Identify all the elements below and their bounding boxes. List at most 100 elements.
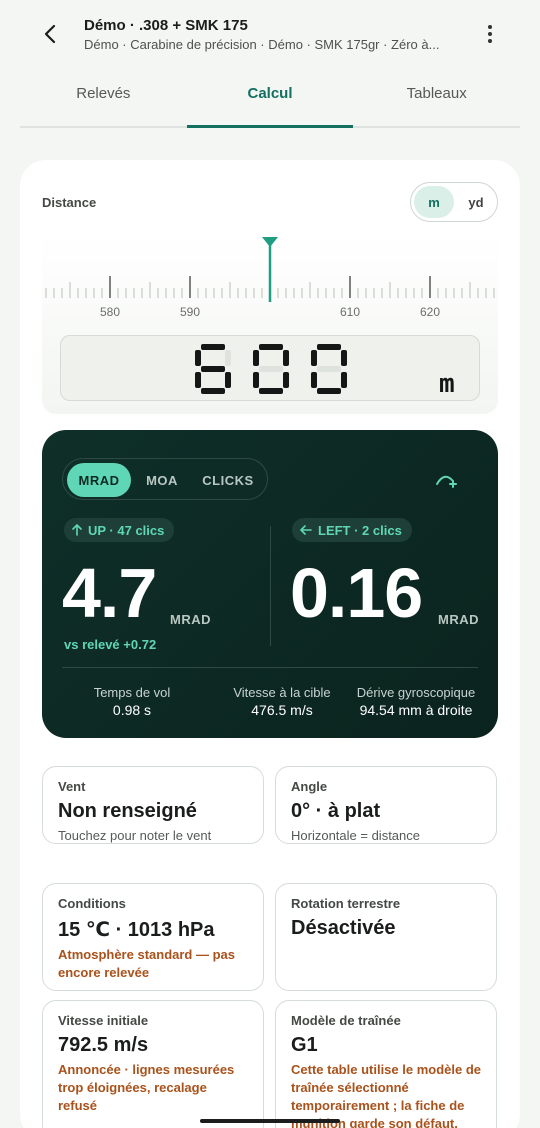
tile-note: Atmosphère standard — pas encore relevée [58,947,235,980]
distance-ruler[interactable]: 580 590 610 620 m [42,232,498,414]
home-indicator [200,1119,340,1123]
tab-tableaux[interactable]: Tableaux [353,70,520,126]
lcd-segment [317,344,341,350]
lcd-segment [259,344,283,350]
tile-label: Vitesse initiale [58,1013,149,1028]
vs-releve-delta: vs relevé +0.72 [64,637,157,652]
windage-chip-label: LEFT · 2 clics [318,522,402,538]
lcd-segment [341,350,347,366]
divider [62,667,478,668]
ruler-label: 610 [340,305,360,319]
mode-moa[interactable]: MOA [135,463,189,497]
tile-note: Touchez pour noter le vent [58,828,212,843]
tile-value: 15 ℃ · 1013 hPa [58,919,215,941]
ruler-scale: 580 590 610 620 [45,237,495,319]
stat-label: Dérive gyroscopique [356,685,476,700]
stat-value: 94.54 mm à droite [359,702,473,718]
more-menu-button[interactable] [478,20,502,48]
mode-clicks[interactable]: CLICKS [191,463,265,497]
lcd-segment [225,372,231,388]
windage-value: 0.16 [290,554,423,632]
distance-unit-toggle: m yd [410,182,498,222]
lcd-segment [201,366,225,372]
top-app-bar: Démo · .308 + SMK 175 Démo · Carabine de… [0,0,540,70]
lcd-segment [195,350,201,366]
lcd-unit: m [439,369,455,399]
lcd-segment [259,388,283,394]
lcd-segment [317,366,341,372]
seven-segment-readout: m [195,344,455,399]
trajectory-button[interactable] [434,470,462,494]
tile-label: Conditions [58,896,126,911]
angle-tile[interactable]: Angle 0° · à plat Horizontale = distance… [275,766,497,844]
tile-label: Rotation terrestre [291,896,401,911]
drag-model-tile[interactable]: Modèle de traînée G1 Cette table utilise… [275,1000,497,1128]
unit-mode-selector: MRAD MOA CLICKS [62,458,268,500]
tile-value: Non renseigné [58,800,197,822]
stat-label: Vitesse à la cible [233,685,331,700]
tab-bar: Relevés Calcul Tableaux [20,70,520,128]
ruler-pointer-icon [262,237,278,247]
unit-m-option[interactable]: m [414,186,454,218]
unit-yd-option[interactable]: yd [456,186,496,218]
tile-note: Cette table utilise le modèle de traînée… [291,1062,481,1128]
lcd-segment [253,372,259,388]
arrow-up-icon [72,524,82,536]
lcd-segment [201,344,225,350]
stat-target-velocity: Vitesse à la cible 476.5 m/s [208,685,356,718]
back-button[interactable] [36,20,64,48]
lcd-segment [317,388,341,394]
trajectory-icon [436,475,457,488]
distance-label: Distance [42,195,97,210]
windage-chip: LEFT · 2 clics [292,518,412,542]
tile-label: Angle [291,779,328,794]
lcd-segment [225,350,231,366]
tile-note: Horizontale = distance oblique [291,828,420,843]
conditions-tile[interactable]: Conditions 15 ℃ · 1013 hPa Atmosphère st… [42,883,264,991]
ruler-label: 620 [420,305,440,319]
lcd-segment [253,350,259,366]
stat-label: Temps de vol [93,685,171,700]
elevation-chip-label: UP · 47 clics [88,522,165,538]
more-vertical-icon [488,25,492,43]
lcd-segment [283,350,289,366]
muzzle-velocity-tile[interactable]: Vitesse initiale 792.5 m/s Annoncée · li… [42,1000,264,1128]
arrow-left-icon [300,525,312,535]
divider [270,526,271,646]
stat-time-of-flight: Temps de vol 0.98 s [78,685,186,718]
lcd-segment [195,372,201,388]
tile-value: G1 [291,1034,318,1056]
tile-note: Annoncée · lignes mesurées trop éloignée… [58,1062,235,1113]
mode-mrad[interactable]: MRAD [67,463,131,497]
lcd-segment [259,366,283,372]
tab-releves[interactable]: Relevés [20,70,187,126]
elevation-unit: MRAD [170,612,211,627]
ruler-label: 590 [180,305,200,319]
page-subtitle: Démo · Carabine de précision · Démo · SM… [84,37,440,52]
tile-value: 0° · à plat [291,800,381,822]
lcd-segment [341,372,347,388]
calculation-card: Distance m yd 580 590 610 620 m MRAD MOA CL… [20,160,520,1128]
tile-label: Modèle de traînée [291,1013,401,1028]
elevation-value: 4.7 [62,554,157,632]
stat-spin-drift: Dérive gyroscopique 94.54 mm à droite [342,685,490,718]
lcd-segment [201,388,225,394]
stat-value: 0.98 s [112,702,152,718]
chevron-left-icon [44,24,56,44]
stat-value: 476.5 m/s [251,702,313,718]
earth-rotation-tile[interactable]: Rotation terrestre Désactivée [275,883,497,991]
distance-display: m [60,335,480,401]
tab-calcul[interactable]: Calcul [186,70,354,128]
correction-panel: MRAD MOA CLICKS UP · 47 clics LEFT · 2 c… [42,430,498,738]
lcd-segment [311,372,317,388]
tile-label: Vent [58,779,86,794]
lcd-segment [311,350,317,366]
lcd-segment [283,372,289,388]
ruler-label: 580 [100,305,120,319]
elevation-chip: UP · 47 clics [64,518,175,542]
wind-tile[interactable]: Vent Non renseigné Touchez pour noter le… [42,766,264,844]
windage-unit: MRAD [438,612,479,627]
page-title: Démo · .308 + SMK 175 [84,17,248,34]
tile-value: Désactivée [291,917,396,939]
tile-value: 792.5 m/s [58,1034,149,1056]
